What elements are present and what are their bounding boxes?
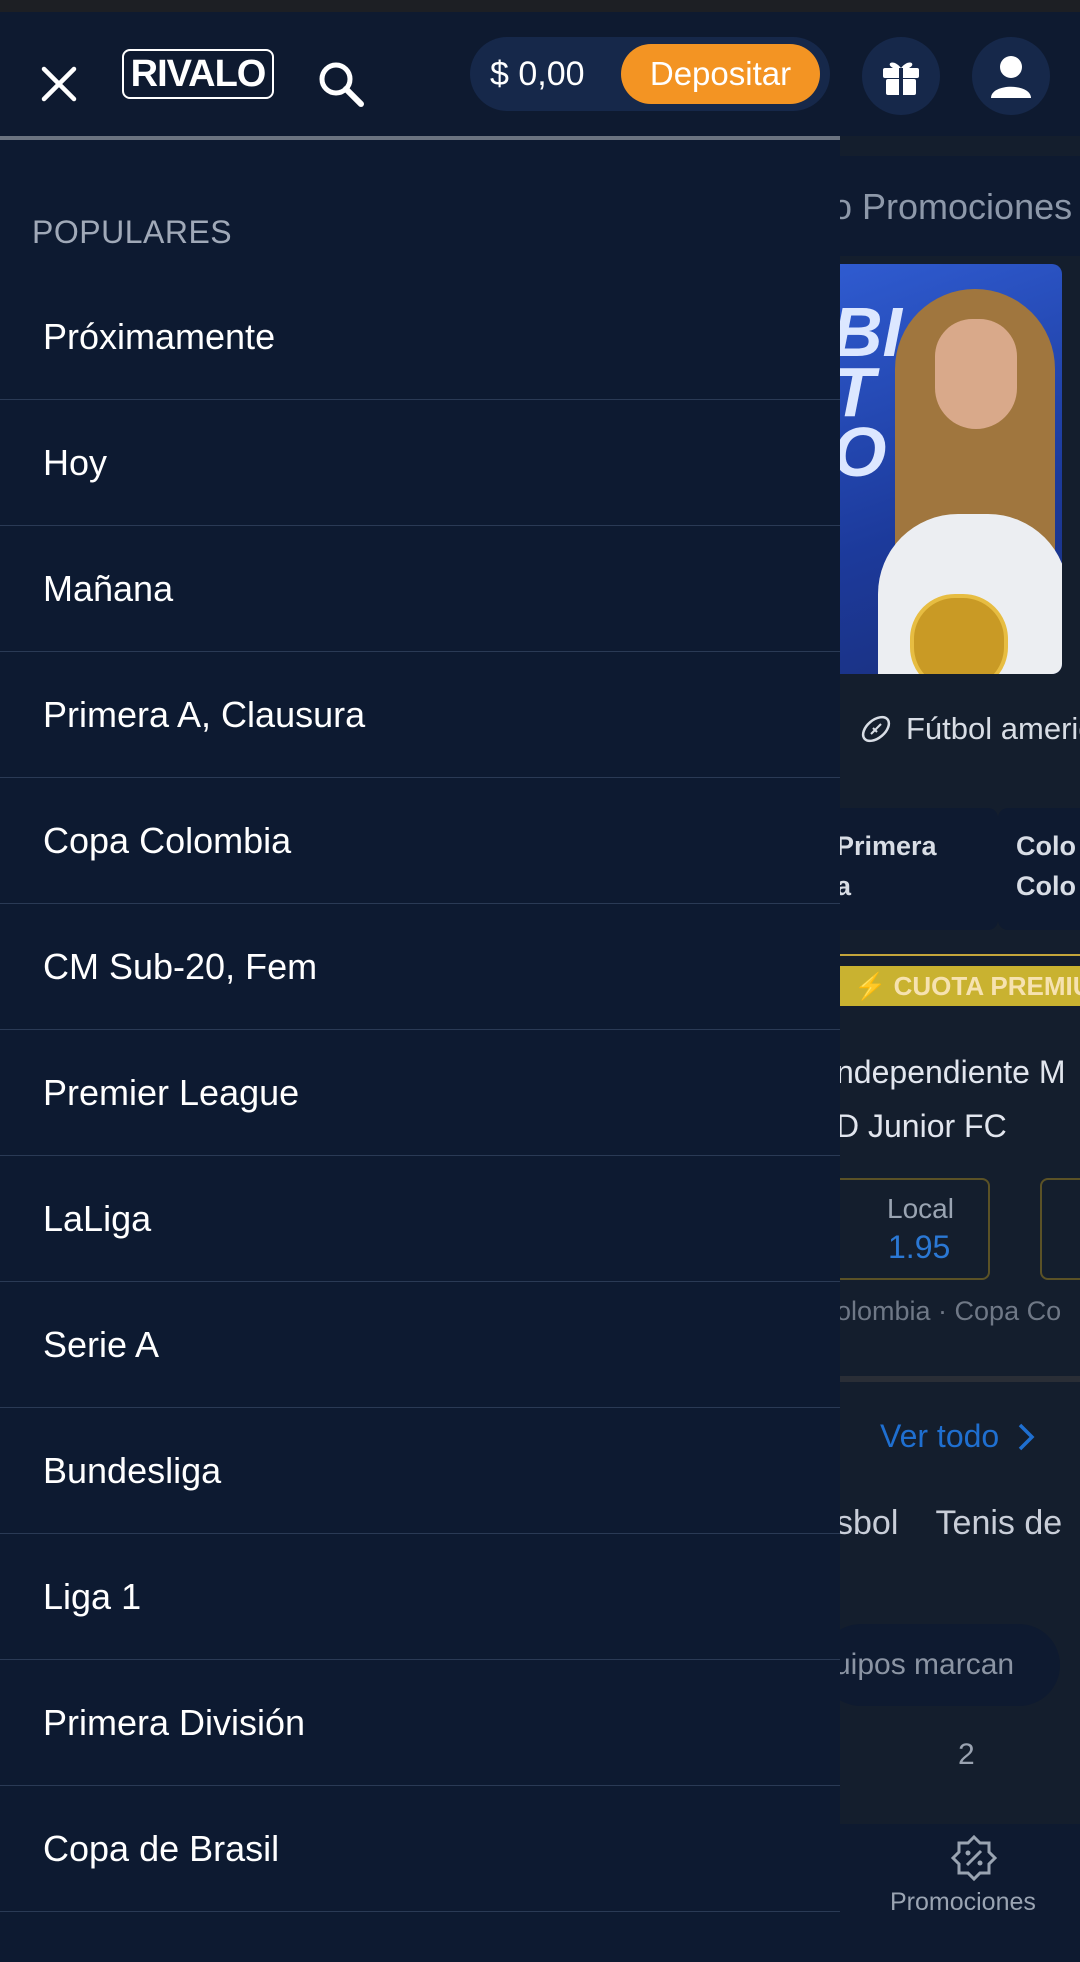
drawer-item[interactable]: CM Sub-20, Fem [0,904,840,1030]
coin-icon [910,594,1008,674]
odd-local-value: 1.95 [888,1229,951,1265]
bolt-icon: ⚡ [854,971,894,1001]
status-strip [0,0,1080,12]
drawer-item-label: Primera A, Clausura [43,694,366,735]
rivalo-logo[interactable]: RIVALO [122,49,274,99]
drawer-top-divider [0,136,840,140]
premium-badge-label: CUOTA PREMIUM [893,971,1080,1001]
drawer-item[interactable]: Premier League [0,1030,840,1156]
user-icon [991,56,1031,98]
gift-button[interactable] [862,37,940,115]
column-header-2: 2 [958,1738,975,1771]
drawer-item-label: Bundesliga [43,1450,222,1491]
premium-badge: ⚡ CUOTA PREMIUM [840,966,1080,1006]
drawer-item[interactable]: Liga 1 [0,1534,840,1660]
drawer-item[interactable]: Serie A [0,1282,840,1408]
balance-pill[interactable]: $ 0,00 Depositar [470,37,830,111]
chevron-right-icon [1018,1423,1035,1450]
drawer-item[interactable]: Primera A, Clausura [0,652,840,778]
sport-tabs[interactable]: sbol Tenis de [840,1504,1062,1543]
promo-banner[interactable]: BI T O [840,264,1062,674]
drawer-item-label: Primera División [43,1702,306,1743]
drawer-item-label: Mañana [43,568,174,609]
close-icon[interactable] [23,48,95,120]
drawer-item[interactable]: Bundesliga [0,1408,840,1534]
premium-divider [840,954,1080,956]
drawer-item-label: Liga 1 [43,1576,142,1617]
drawer-item[interactable]: Copa Colombia [0,778,840,904]
sport-chip-american-football[interactable]: Fútbol americano [858,711,1080,747]
section-title-populares: POPULARES [32,214,233,250]
view-all-link[interactable]: Ver todo [880,1418,1035,1455]
odd-local-label: Local [887,1193,954,1224]
odd-button-draw[interactable] [1040,1178,1080,1280]
drawer-item-label: CM Sub-20, Fem [43,946,318,987]
drawer-item-label: LaLiga [43,1198,152,1239]
drawer-item-label: Copa de Brasil [43,1828,280,1869]
drawer-item-label: Premier League [43,1072,300,1113]
drawer-item-label: Serie A [43,1324,160,1365]
drawer-item[interactable]: Próximamente [0,274,840,400]
side-drawer: POPULARES Próximamente Hoy Mañana Primera A… [0,136,840,1962]
match-league: olombia · Copa Co [840,1296,1062,1326]
drawer-item-label: Hoy [43,442,108,483]
section-divider [840,1376,1080,1382]
background-page: o Promociones BI T O Fútbol americano Pr… [840,136,1080,1962]
gift-icon [883,62,919,95]
drawer-item[interactable]: Mañana [0,526,840,652]
drawer-item[interactable]: Copa de Brasil [0,1786,840,1912]
app-header: RIVALO $ 0,00 Depositar [0,12,1080,136]
drawer-item[interactable]: Hoy [0,400,840,526]
market-filter-chip[interactable]: uipos marcan [840,1624,1060,1706]
drawer-item[interactable]: LaLiga [0,1156,840,1282]
view-all-label: Ver todo [880,1418,1000,1454]
match-away-team: D Junior FC [840,1108,1007,1144]
league-card-colombia[interactable]: Colo Colo [998,808,1080,930]
drawer-item-label: Próximamente [43,316,276,357]
background-nav: o Promociones [840,156,1080,256]
balance-amount: $ 0,00 [490,55,585,93]
league-card-primera[interactable]: Primera a [840,808,998,930]
background-nav-tabs[interactable]: o Promociones [840,186,1072,228]
promotions-icon[interactable] [950,1834,998,1887]
bottom-nav-promotions-label[interactable]: Promociones [890,1888,1036,1917]
match-home-team: ndependiente M [840,1054,1066,1090]
deposit-button[interactable]: Depositar [621,44,820,104]
banner-model-face [935,319,1017,429]
search-icon[interactable] [305,48,377,120]
account-button[interactable] [972,37,1050,115]
drawer-item[interactable]: Primera División [0,1660,840,1786]
sport-chip-label: Fútbol americano [906,711,1080,746]
american-football-icon [861,715,891,743]
drawer-item-label: Copa Colombia [43,820,292,861]
banner-text: BI T O [840,293,902,487]
